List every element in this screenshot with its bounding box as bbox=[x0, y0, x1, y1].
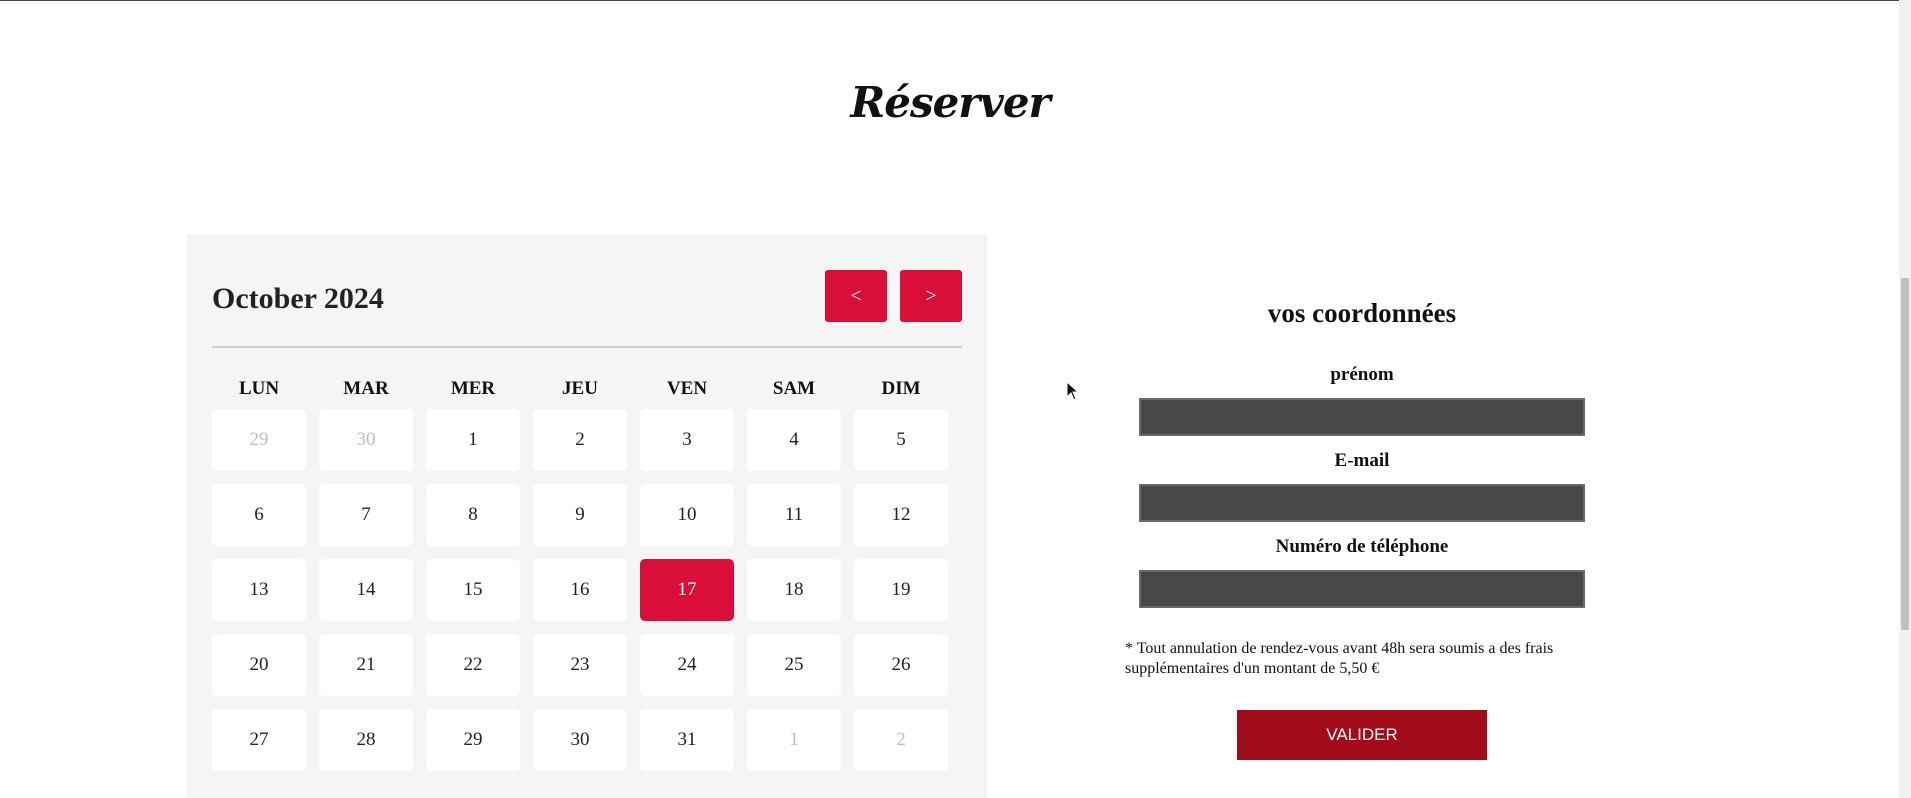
weekday-label: VEN bbox=[666, 378, 708, 399]
day-cell[interactable]: 21 bbox=[319, 634, 413, 696]
day-cell[interactable]: 2 bbox=[533, 409, 627, 471]
day-cell[interactable]: 15 bbox=[426, 559, 520, 621]
scrollbar-thumb[interactable] bbox=[1901, 278, 1909, 630]
scrollbar-track[interactable] bbox=[1899, 0, 1911, 798]
mouse-cursor-icon bbox=[1066, 381, 1080, 401]
weekday-label: LUN bbox=[238, 378, 280, 399]
day-cell[interactable]: 6 bbox=[212, 484, 306, 546]
weekday-header-row: LUN MAR MER JEU VEN SAM DIM bbox=[212, 374, 962, 404]
day-cell[interactable]: 9 bbox=[533, 484, 627, 546]
top-border bbox=[0, 0, 1911, 1]
day-cell[interactable]: 14 bbox=[319, 559, 413, 621]
day-cell[interactable]: 18 bbox=[747, 559, 841, 621]
weekday-label: DIM bbox=[881, 378, 921, 399]
weekday-label: SAM bbox=[772, 378, 816, 399]
cancellation-note: * Tout annulation de rendez-vous avant 4… bbox=[1125, 640, 1554, 677]
prev-month-button[interactable]: < bbox=[825, 270, 887, 322]
day-cell[interactable]: 11 bbox=[747, 484, 841, 546]
day-cell[interactable]: 25 bbox=[747, 634, 841, 696]
day-cell[interactable]: 3 bbox=[640, 409, 734, 471]
day-cell[interactable]: 30 bbox=[533, 709, 627, 771]
day-cell[interactable]: 28 bbox=[319, 709, 413, 771]
day-cell[interactable]: 19 bbox=[854, 559, 948, 621]
next-month-button[interactable]: > bbox=[900, 270, 962, 322]
day-cell[interactable]: 20 bbox=[212, 634, 306, 696]
calendar: October 2024 < > LUN MAR MER JEU VEN SAM DIM 2… bbox=[187, 234, 987, 798]
day-cell[interactable]: 23 bbox=[533, 634, 627, 696]
phone-input[interactable] bbox=[1139, 570, 1585, 608]
day-cell[interactable]: 8 bbox=[426, 484, 520, 546]
day-cell[interactable]: 26 bbox=[854, 634, 948, 696]
month-label: October 2024 bbox=[212, 282, 384, 315]
day-cell[interactable]: 27 bbox=[212, 709, 306, 771]
weekday-label: JEU bbox=[562, 378, 598, 399]
day-cell[interactable]: 24 bbox=[640, 634, 734, 696]
day-cell[interactable]: 29 bbox=[426, 709, 520, 771]
phone-label: Numéro de téléphone bbox=[1275, 536, 1449, 557]
form-title: vos coordonnées bbox=[1267, 298, 1457, 328]
day-cell[interactable]: 1 bbox=[747, 709, 841, 771]
day-cell[interactable]: 22 bbox=[426, 634, 520, 696]
day-cell[interactable]: 31 bbox=[640, 709, 734, 771]
day-cell[interactable]: 16 bbox=[533, 559, 627, 621]
day-cell[interactable]: 29 bbox=[212, 409, 306, 471]
day-cell[interactable]: 1 bbox=[426, 409, 520, 471]
calendar-divider bbox=[212, 346, 962, 348]
prenom-label: prénom bbox=[1330, 364, 1394, 385]
day-cell-selected[interactable]: 17 bbox=[640, 559, 734, 621]
email-label: E-mail bbox=[1334, 450, 1390, 471]
submit-button[interactable]: VALIDER bbox=[1237, 710, 1487, 760]
day-cell[interactable]: 12 bbox=[854, 484, 948, 546]
day-cell[interactable]: 4 bbox=[747, 409, 841, 471]
day-grid: 29 30 1 2 3 4 5 6 7 8 9 10 11 12 13 14 15 16 17 18 19 20 21 22 2… bbox=[212, 409, 962, 771]
weekday-label: MAR bbox=[343, 378, 389, 399]
day-cell[interactable]: 30 bbox=[319, 409, 413, 471]
weekday-label: MER bbox=[450, 378, 496, 399]
day-cell[interactable]: 2 bbox=[854, 709, 948, 771]
email-input[interactable] bbox=[1139, 484, 1585, 522]
prenom-input[interactable] bbox=[1139, 398, 1585, 436]
day-cell[interactable]: 7 bbox=[319, 484, 413, 546]
page-title: Réserver bbox=[850, 78, 1050, 127]
day-cell[interactable]: 10 bbox=[640, 484, 734, 546]
day-cell[interactable]: 5 bbox=[854, 409, 948, 471]
day-cell[interactable]: 13 bbox=[212, 559, 306, 621]
calendar-header: October 2024 < > bbox=[212, 270, 962, 324]
